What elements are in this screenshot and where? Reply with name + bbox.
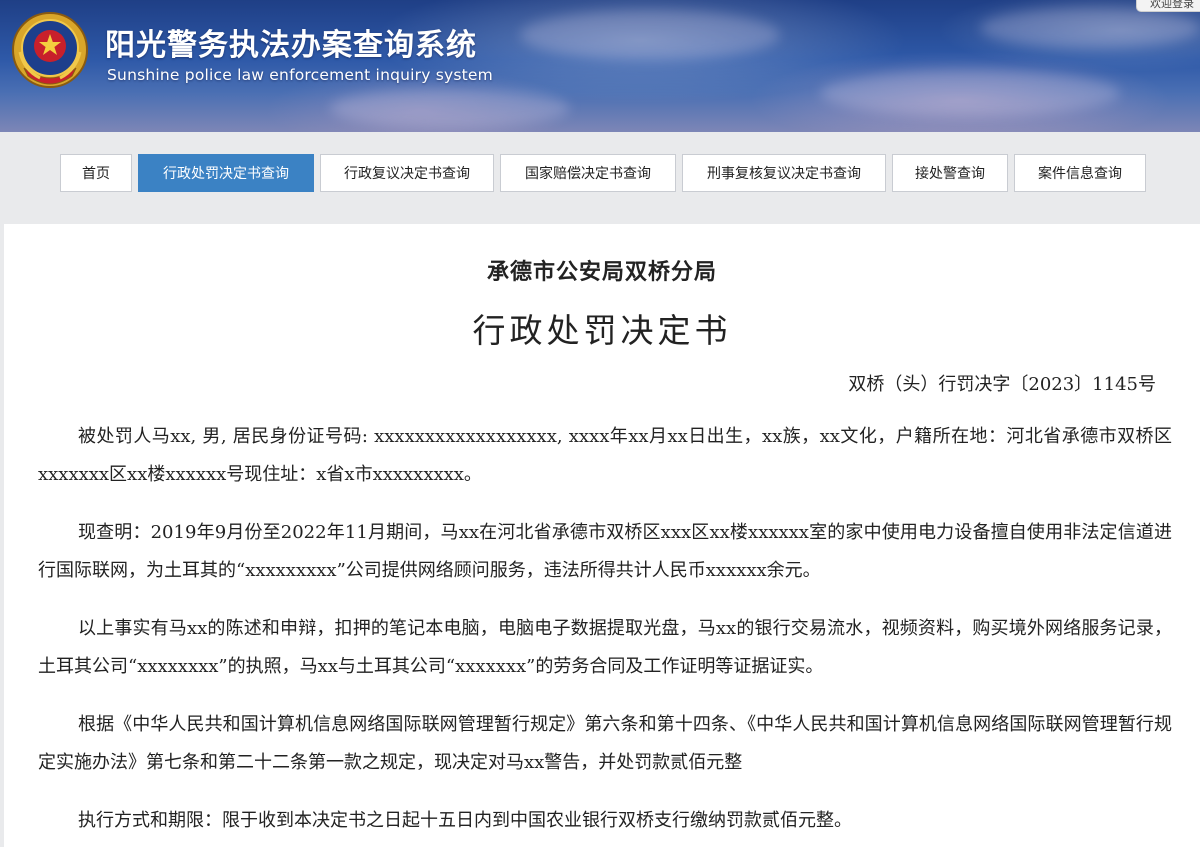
system-subtitle: Sunshine police law enforcement inquiry …	[107, 66, 493, 84]
tab-home[interactable]: 首页	[60, 154, 132, 192]
tab-state-compensation[interactable]: 国家赔偿决定书查询	[500, 154, 676, 192]
document-title: 行政处罚决定书	[472, 311, 732, 350]
paragraph-facts: 现查明：2019年9月份至2022年11月期间，马xx在河北省承德市双桥区xxx…	[38, 522, 1172, 581]
document-number: 双桥（头）行罚决字〔2023〕1145号	[848, 374, 1156, 395]
tab-criminal-review[interactable]: 刑事复核复议决定书查询	[682, 154, 886, 192]
paragraph-legal-basis: 根据《中华人民共和国计算机信息网络国际联网管理暂行规定》第六条和第十四条、《中华…	[38, 714, 1172, 773]
welcome-login-button[interactable]: 欢迎登录	[1136, 0, 1200, 12]
tab-police-dispatch[interactable]: 接处警查询	[892, 154, 1008, 192]
banner-cloud	[980, 8, 1200, 48]
tab-case-info[interactable]: 案件信息查询	[1014, 154, 1146, 192]
banner-cloud	[520, 10, 780, 60]
tab-admin-penalty[interactable]: 行政处罚决定书查询	[138, 154, 314, 192]
issuing-organization: 承德市公安局双桥分局	[486, 259, 717, 285]
paragraph-party: 被处罚人马xx, 男, 居民身份证号码: xxxxxxxxxxxxxxxxxx,…	[38, 426, 1172, 485]
main-nav: 首页 行政处罚决定书查询 行政复议决定书查询 国家赔偿决定书查询 刑事复核复议决…	[0, 132, 1200, 222]
decision-document: 承德市公安局双桥分局 行政处罚决定书 双桥（头）行罚决字〔2023〕1145号 …	[4, 224, 1200, 847]
paragraph-evidence: 以上事实有马xx的陈述和申辩，扣押的笔记本电脑，电脑电子数据提取光盘，马xx的银…	[38, 618, 1172, 677]
police-emblem-icon	[12, 12, 88, 88]
banner-cloud	[820, 70, 1120, 116]
banner-cloud	[330, 88, 570, 128]
header-banner: 阳光警务执法办案查询系统 Sunshine police law enforce…	[0, 0, 1200, 132]
system-title: 阳光警务执法办案查询系统	[105, 28, 477, 63]
tab-admin-review[interactable]: 行政复议决定书查询	[320, 154, 494, 192]
paragraph-execution: 执行方式和期限：限于收到本决定书之日起十五日内到中国农业银行双桥支行缴纳罚款贰佰…	[78, 810, 852, 831]
